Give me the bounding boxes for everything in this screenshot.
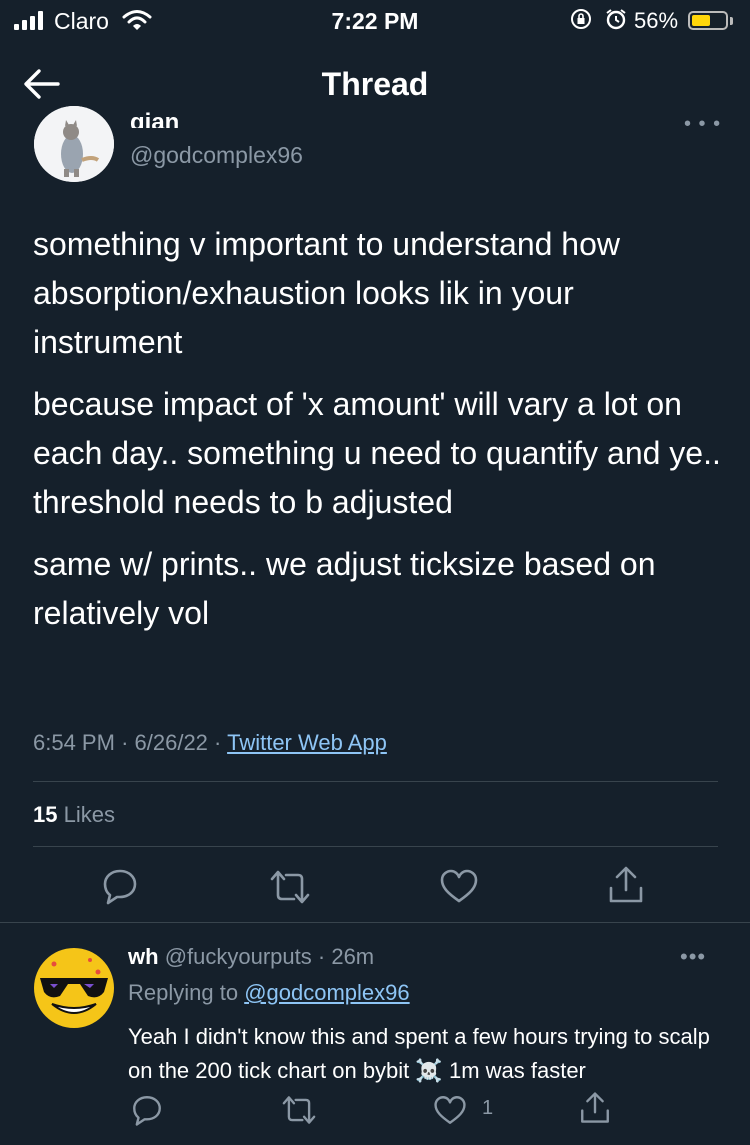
reply-author-name[interactable]: wh	[128, 944, 159, 969]
avatar[interactable]	[34, 106, 114, 182]
reply-header: wh @fuckyourputs · 26m	[128, 944, 375, 969]
reply-author-handle[interactable]: @fuckyourputs	[165, 944, 312, 969]
share-icon[interactable]	[578, 1090, 612, 1126]
cat-avatar-icon	[34, 106, 114, 182]
tweet-date: 6/26/22	[134, 730, 208, 755]
retweet-icon[interactable]	[268, 868, 312, 906]
replying-to-label: Replying to	[128, 980, 239, 1005]
replying-to: Replying to @godcomplex96	[128, 980, 410, 1006]
heart-icon[interactable]	[432, 1093, 468, 1127]
reply-like-count: 1	[482, 1097, 494, 1119]
more-dots-icon[interactable]: •••	[680, 944, 706, 970]
tweet-paragraph: something v important to understand how …	[33, 226, 620, 360]
battery-percent: 56%	[634, 8, 679, 33]
orientation-lock-icon	[571, 9, 591, 29]
tweet-text: something v important to understand how …	[33, 220, 723, 651]
divider	[0, 922, 750, 923]
reply-bubble-icon[interactable]	[130, 1093, 164, 1127]
retweet-icon[interactable]	[280, 1094, 318, 1126]
reply-age: 26m	[331, 944, 375, 969]
battery-level	[692, 15, 710, 26]
tweet-paragraph: same w/ prints.. we adjust ticksize base…	[33, 546, 656, 631]
battery-icon	[688, 11, 728, 30]
tweet-paragraph: because impact of 'x amount' will vary a…	[33, 386, 721, 520]
heart-icon[interactable]	[438, 866, 480, 906]
skull-emoji: ☠️	[415, 1058, 443, 1083]
alarm-icon	[606, 9, 626, 30]
reply-bubble-icon[interactable]	[100, 866, 140, 906]
tweet-source-link[interactable]: Twitter Web App	[227, 730, 387, 755]
more-dots-icon[interactable]: • • •	[684, 113, 721, 136]
likes-label: Likes	[63, 802, 115, 827]
replying-to-handle[interactable]: @godcomplex96	[244, 980, 409, 1005]
sunglasses-emoji-avatar[interactable]	[32, 946, 116, 1030]
likes-summary[interactable]: 15 Likes	[33, 802, 115, 828]
tweet-meta: 6:54 PM · 6/26/22 · Twitter Web App	[33, 730, 387, 755]
author-handle[interactable]: @godcomplex96	[130, 142, 303, 169]
divider	[33, 846, 718, 847]
page-title: Thread	[321, 66, 429, 102]
tweet-time: 6:54 PM	[33, 730, 115, 755]
divider	[33, 781, 718, 782]
reply-text: Yeah I didn't know this and spent a few …	[128, 1024, 710, 1083]
likes-count: 15	[33, 802, 58, 827]
author-name[interactable]: gian	[130, 106, 179, 128]
status-bar: Claro 7:22 PM 56%	[0, 0, 750, 44]
share-icon[interactable]	[606, 864, 646, 906]
